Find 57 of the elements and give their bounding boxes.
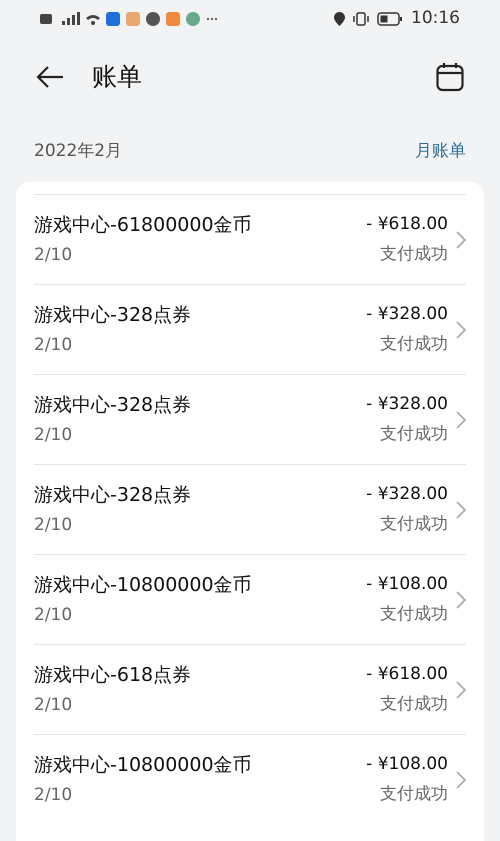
transaction-amount: - ¥618.00 — [366, 213, 448, 236]
more-icon — [206, 17, 218, 21]
transaction-status: 支付成功 — [380, 332, 448, 356]
location-icon — [334, 12, 345, 26]
transaction-status: 支付成功 — [380, 782, 448, 806]
transaction-amount: - ¥328.00 — [366, 393, 448, 416]
app-icon — [186, 12, 200, 26]
transaction-amount: - ¥108.00 — [366, 573, 448, 596]
transaction-amount: - ¥328.00 — [366, 483, 448, 506]
signal-icon — [40, 12, 100, 26]
transaction-title: 游戏中心-618点券 — [34, 662, 192, 688]
app-icon — [106, 12, 120, 26]
app-icon — [126, 12, 140, 26]
transaction-row[interactable]: 游戏中心-10800000金币 2/10 - ¥108.00 支付成功 — [34, 734, 466, 824]
transaction-amount: - ¥328.00 — [366, 303, 448, 326]
transaction-title: 游戏中心-10800000金币 — [34, 752, 253, 778]
transaction-row[interactable]: 游戏中心-328点券 2/10 - ¥328.00 支付成功 — [34, 464, 466, 554]
status-time: 10:16 — [411, 7, 460, 30]
transaction-title: 游戏中心-61800000金币 — [34, 212, 253, 238]
calendar-button[interactable] — [434, 61, 466, 93]
chevron-right-icon — [456, 410, 466, 428]
transaction-row[interactable]: 游戏中心-10800000金币 2/10 - ¥108.00 支付成功 — [34, 554, 466, 644]
app-icon — [146, 12, 160, 26]
chevron-right-icon — [456, 320, 466, 338]
transaction-amount: - ¥618.00 — [366, 663, 448, 686]
transaction-date: 2/10 — [34, 514, 74, 537]
transaction-date: 2/10 — [34, 784, 74, 807]
app-icon — [166, 12, 180, 26]
transaction-status: 支付成功 — [380, 512, 448, 536]
transaction-status: 支付成功 — [380, 242, 448, 266]
chevron-right-icon — [456, 500, 466, 518]
transaction-status: 支付成功 — [380, 422, 448, 446]
transaction-title: 游戏中心-328点券 — [34, 392, 192, 418]
transaction-status: 支付成功 — [380, 692, 448, 716]
month-label: 2022年2月 — [34, 140, 122, 164]
transaction-row[interactable]: 游戏中心-328点券 2/10 - ¥328.00 支付成功 — [34, 284, 466, 374]
chevron-right-icon — [456, 230, 466, 248]
vibrate-icon — [353, 12, 369, 26]
transaction-date: 2/10 — [34, 694, 74, 717]
chevron-right-icon — [456, 590, 466, 608]
chevron-right-icon — [456, 770, 466, 788]
battery-icon — [377, 12, 403, 26]
page-title: 账单 — [92, 61, 143, 94]
transaction-date: 2/10 — [34, 244, 74, 267]
monthly-bill-link[interactable]: 月账单 — [415, 139, 466, 165]
transaction-date: 2/10 — [34, 604, 74, 627]
transaction-title: 游戏中心-328点券 — [34, 482, 192, 508]
transaction-date: 2/10 — [34, 334, 74, 357]
transaction-row[interactable]: 游戏中心-618点券 2/10 - ¥618.00 支付成功 — [34, 644, 466, 734]
transaction-date: 2/10 — [34, 424, 74, 447]
transaction-amount: - ¥108.00 — [366, 753, 448, 776]
chevron-right-icon — [456, 680, 466, 698]
transaction-row[interactable]: 游戏中心-61800000金币 2/10 - ¥618.00 支付成功 — [34, 194, 466, 284]
transaction-row[interactable]: 游戏中心-328点券 2/10 - ¥328.00 支付成功 — [34, 374, 466, 464]
transaction-title: 游戏中心-10800000金币 — [34, 572, 253, 598]
transaction-title: 游戏中心-328点券 — [34, 302, 192, 328]
transaction-status: 支付成功 — [380, 602, 448, 626]
